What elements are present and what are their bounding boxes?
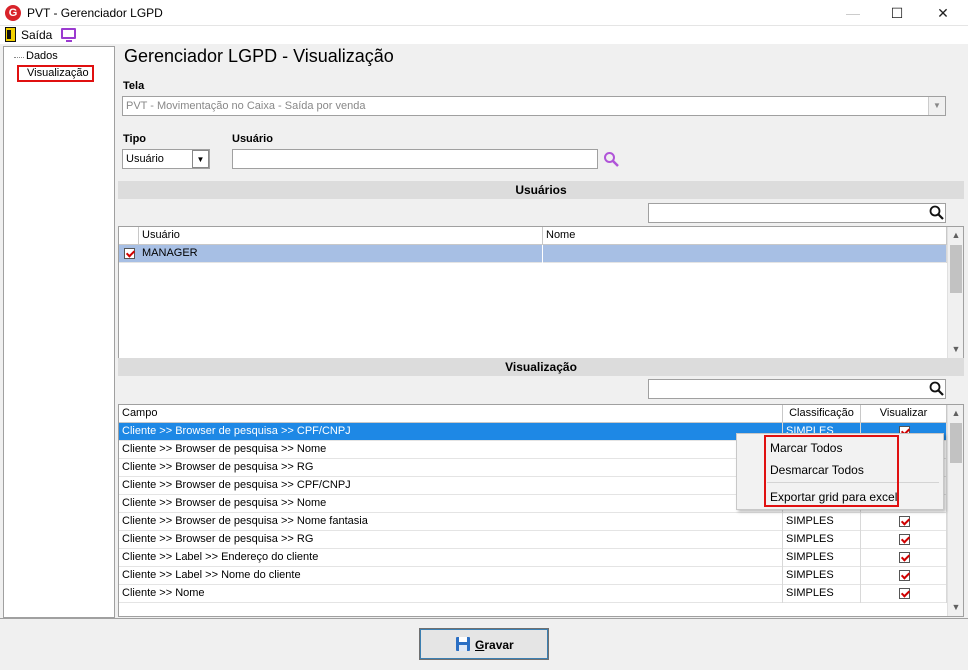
view-cell-campo: Cliente >> Label >> Endereço do cliente: [119, 549, 783, 567]
view-cell-campo: Cliente >> Browser de pesquisa >> CPF/CN…: [119, 423, 783, 441]
window-title: PVT - Gerenciador LGPD: [27, 6, 163, 20]
tree-connector: [14, 57, 24, 58]
user-cell-usuario: MANAGER: [139, 245, 543, 263]
check-icon[interactable]: [899, 588, 910, 599]
usuario-label: Usuário: [232, 133, 273, 145]
table-row[interactable]: Cliente >> Label >> Nome do cliente SIMPL…: [119, 567, 947, 585]
check-icon[interactable]: [124, 248, 135, 259]
page-title: Gerenciador LGPD - Visualização: [124, 46, 394, 66]
view-header-visualizar[interactable]: Visualizar: [861, 405, 947, 423]
view-cell-classificacao: SIMPLES: [783, 567, 861, 585]
view-scrollbar[interactable]: ▲ ▼: [947, 405, 963, 616]
view-cell-visualizar: [861, 513, 947, 531]
check-icon[interactable]: [899, 516, 910, 527]
view-cell-visualizar: [861, 567, 947, 585]
minimize-button[interactable]: —: [830, 0, 876, 26]
check-icon[interactable]: [899, 534, 910, 545]
view-cell-campo: Cliente >> Browser de pesquisa >> RG: [119, 531, 783, 549]
check-icon[interactable]: [899, 570, 910, 581]
search-icon[interactable]: [929, 381, 945, 397]
view-search-input[interactable]: [648, 379, 946, 399]
view-header-campo[interactable]: Campo: [119, 405, 783, 423]
search-icon[interactable]: [929, 205, 945, 221]
save-disk-icon: [456, 637, 470, 651]
tipo-select-value: Usuário: [126, 153, 164, 165]
scroll-down-icon[interactable]: ▼: [948, 341, 963, 358]
tela-label: Tela: [123, 80, 145, 92]
scroll-thumb[interactable]: [950, 245, 962, 293]
users-section-header: Usuários: [118, 181, 964, 199]
users-header-usuario[interactable]: Usuário: [139, 227, 543, 245]
annotation-highlight-box: [764, 435, 899, 507]
toolbar: Saída: [0, 26, 968, 44]
tela-select-value: PVT - Movimentação no Caixa - Saída por …: [126, 100, 366, 112]
monitor-icon[interactable]: [61, 28, 76, 42]
view-section-header: Visualização: [118, 358, 964, 376]
scroll-thumb[interactable]: [950, 423, 962, 463]
users-search-input[interactable]: [648, 203, 946, 223]
tipo-select[interactable]: Usuário ▼: [122, 149, 210, 169]
scroll-down-icon[interactable]: ▼: [948, 599, 963, 616]
scroll-up-icon[interactable]: ▲: [948, 227, 963, 244]
save-button[interactable]: Gravar: [419, 628, 549, 660]
view-cell-campo: Cliente >> Browser de pesquisa >> CPF/CN…: [119, 477, 783, 495]
view-cell-classificacao: SIMPLES: [783, 531, 861, 549]
title-bar: G PVT - Gerenciador LGPD — ☐ ✕: [0, 0, 968, 26]
close-button[interactable]: ✕: [920, 0, 966, 26]
view-cell-campo: Cliente >> Nome: [119, 585, 783, 603]
users-grid-header: Usuário Nome: [119, 227, 947, 245]
view-cell-visualizar: [861, 585, 947, 603]
users-grid: Usuário Nome MANAGER ▲ ▼: [118, 226, 964, 359]
app-logo-icon: G: [5, 5, 21, 21]
table-row[interactable]: Cliente >> Nome SIMPLES: [119, 585, 947, 603]
view-cell-campo: Cliente >> Browser de pesquisa >> Nome: [119, 495, 783, 513]
view-grid-header: Campo Classificação Visualizar: [119, 405, 947, 423]
navigation-tree: Dados Visualização: [3, 46, 115, 618]
view-cell-campo: Cliente >> Browser de pesquisa >> RG: [119, 459, 783, 477]
usuario-input[interactable]: [232, 149, 598, 169]
view-cell-visualizar: [861, 549, 947, 567]
users-header-nome[interactable]: Nome: [543, 227, 947, 245]
exit-button[interactable]: Saída: [21, 28, 52, 42]
maximize-button[interactable]: ☐: [874, 0, 920, 26]
scroll-up-icon[interactable]: ▲: [948, 405, 963, 422]
view-cell-classificacao: SIMPLES: [783, 549, 861, 567]
tree-item-dados[interactable]: Dados: [26, 50, 58, 62]
chevron-down-icon[interactable]: ▼: [192, 150, 209, 168]
view-cell-classificacao: SIMPLES: [783, 585, 861, 603]
view-cell-campo: Cliente >> Label >> Nome do cliente: [119, 567, 783, 585]
view-cell-visualizar: [861, 531, 947, 549]
user-cell-nome: [543, 245, 947, 263]
save-button-label: Gravar: [475, 638, 514, 652]
table-row[interactable]: Cliente >> Browser de pesquisa >> Nome f…: [119, 513, 947, 531]
tipo-label: Tipo: [123, 133, 147, 145]
exit-door-icon[interactable]: [5, 27, 16, 42]
check-icon[interactable]: [899, 552, 910, 563]
view-cell-classificacao: SIMPLES: [783, 513, 861, 531]
view-cell-campo: Cliente >> Browser de pesquisa >> Nome f…: [119, 513, 783, 531]
users-header-check: [119, 227, 139, 245]
search-icon[interactable]: [603, 151, 619, 167]
table-row[interactable]: Cliente >> Browser de pesquisa >> RGSIMP…: [119, 531, 947, 549]
chevron-down-icon[interactable]: ▼: [928, 97, 945, 115]
tela-select[interactable]: PVT - Movimentação no Caixa - Saída por …: [122, 96, 946, 116]
tree-item-visualizacao[interactable]: Visualização: [17, 65, 94, 82]
bottom-divider: [0, 618, 968, 619]
table-row[interactable]: MANAGER: [119, 245, 947, 263]
users-scrollbar[interactable]: ▲ ▼: [947, 227, 963, 358]
table-row[interactable]: Cliente >> Label >> Endereço do cliente S…: [119, 549, 947, 567]
view-cell-campo: Cliente >> Browser de pesquisa >> Nome: [119, 441, 783, 459]
view-header-classificacao[interactable]: Classificação: [783, 405, 861, 423]
